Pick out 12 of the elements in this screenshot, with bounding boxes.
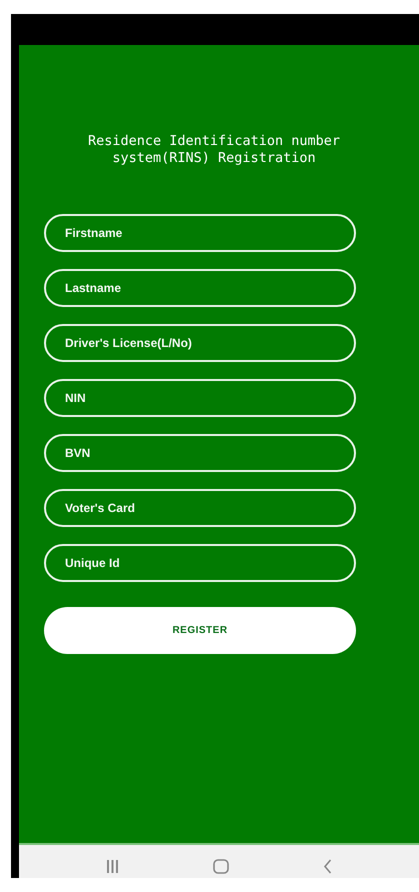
input-field[interactable]: BVN — [44, 434, 356, 472]
recent-apps-icon[interactable] — [106, 860, 119, 873]
back-icon[interactable] — [323, 859, 332, 874]
input-field[interactable]: Lastname — [44, 269, 356, 307]
input-field[interactable]: Driver's License(L/No) — [44, 324, 356, 362]
screen-title: Residence Identification number system(RINS) Registration — [87, 133, 341, 167]
input-field[interactable]: Firstname — [44, 214, 356, 252]
home-icon[interactable] — [213, 859, 229, 874]
register-button[interactable]: REGISTER — [44, 607, 356, 654]
input-field[interactable]: Unique Id — [44, 544, 356, 582]
input-field[interactable]: Voter's Card — [44, 489, 356, 527]
input-field[interactable]: NIN — [44, 379, 356, 417]
